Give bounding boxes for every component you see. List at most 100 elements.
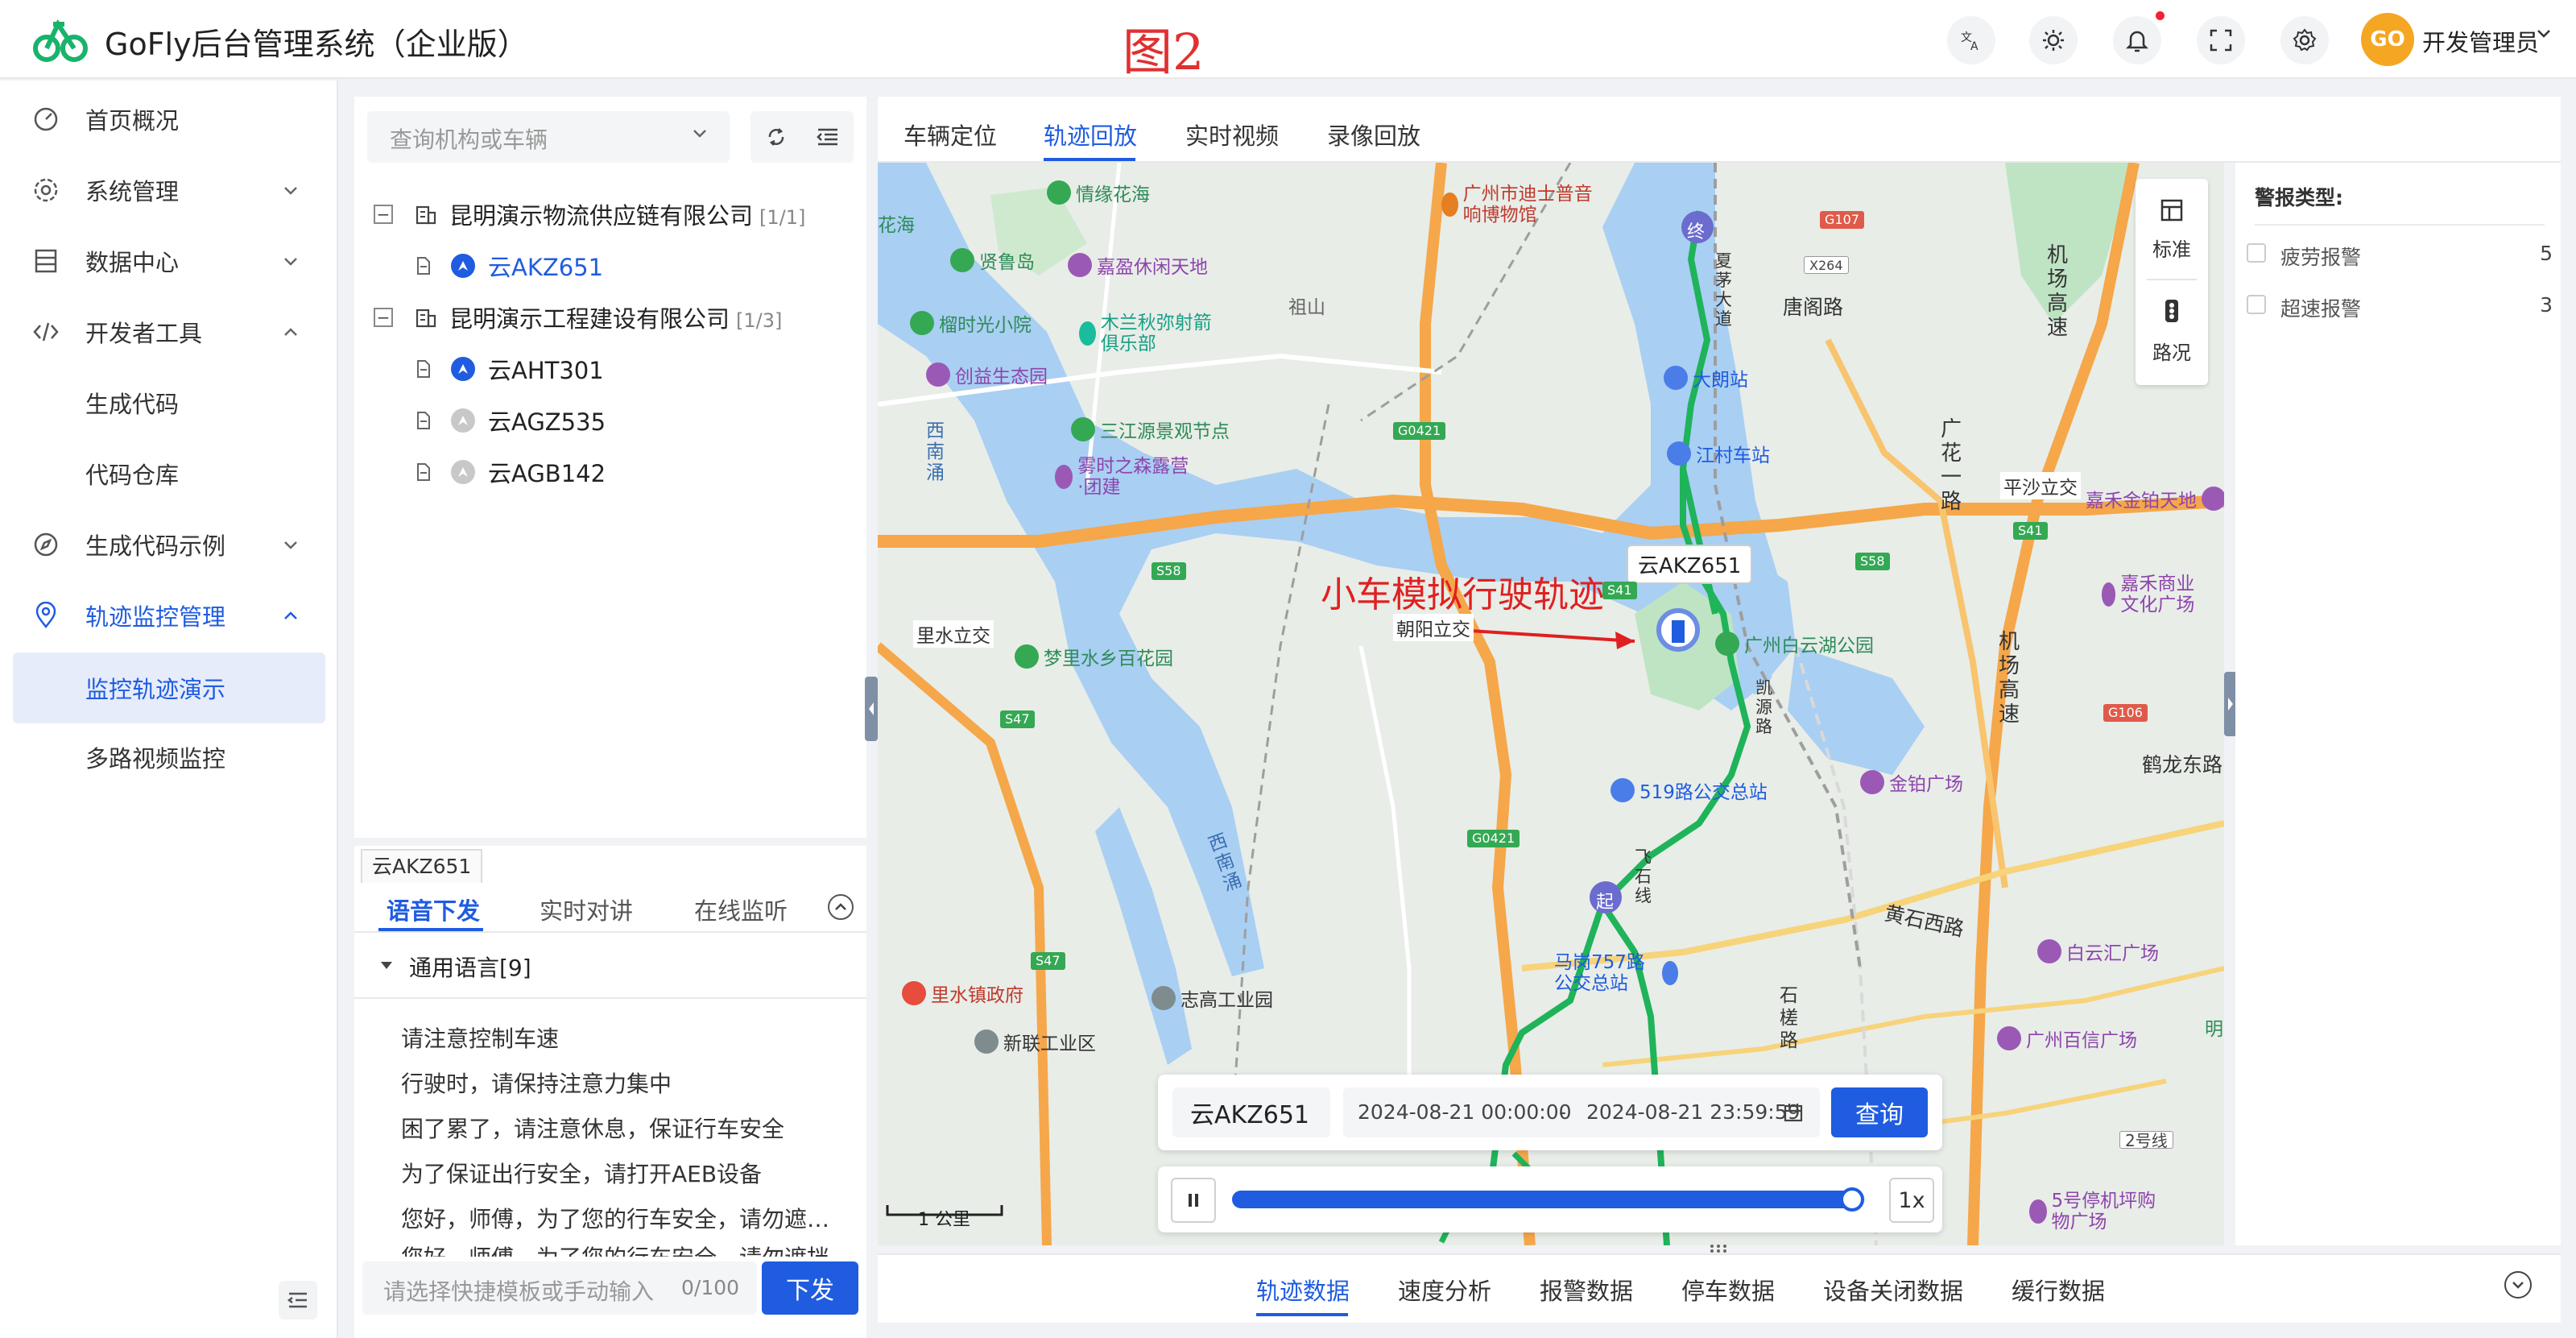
map-poi[interactable]: 新联工业区 bbox=[974, 1028, 1096, 1055]
tab-track-playback[interactable]: 轨迹回放 bbox=[1044, 118, 1137, 151]
range-end-date[interactable]: 2024-08-21 23:59:59 bbox=[1586, 1100, 1801, 1124]
caret-down-icon[interactable] bbox=[378, 957, 395, 973]
tab-parking-data[interactable]: 停车数据 bbox=[1681, 1273, 1775, 1307]
tab-intercom[interactable]: 实时对讲 bbox=[540, 893, 633, 926]
tree-org-node[interactable]: − 昆明演示工程建设有限公司 [1/3] bbox=[374, 295, 857, 340]
tab-vehicle-location[interactable]: 车辆定位 bbox=[903, 118, 997, 151]
map-poi[interactable]: 梦里水乡百花园 bbox=[1015, 643, 1173, 670]
send-voice-button[interactable]: 下发 bbox=[762, 1261, 858, 1315]
sidebar-item-data-center[interactable]: 数据中心 bbox=[0, 226, 338, 296]
sidebar-item-multi-video[interactable]: 多路视频监控 bbox=[0, 722, 338, 793]
map-traffic-button[interactable]: 路况 bbox=[2136, 337, 2208, 365]
map-poi[interactable]: 志高工业园 bbox=[1152, 984, 1273, 1012]
sidebar-item-system[interactable]: 系统管理 bbox=[0, 155, 338, 226]
map-poi[interactable]: 榴时光小院 bbox=[910, 309, 1032, 337]
map-poi[interactable]: 情缘花海 bbox=[1047, 179, 1150, 206]
playback-speed-button[interactable]: 1x bbox=[1889, 1178, 1934, 1223]
fullscreen-button[interactable] bbox=[2197, 16, 2245, 64]
tree-vehicle-node[interactable]: 云AGB142 bbox=[374, 449, 857, 495]
range-start-date[interactable]: 2024-08-21 00:00:00 bbox=[1358, 1100, 1572, 1124]
map-poi[interactable]: 创益生态园 bbox=[926, 361, 1048, 388]
map-poi[interactable]: 嘉禾金铂天地 bbox=[2086, 485, 2224, 512]
phrase-item[interactable]: 困了累了，请注意休息，保证行车安全 bbox=[401, 1112, 852, 1144]
traffic-light-icon[interactable] bbox=[2161, 298, 2182, 324]
sidebar-collapse-button[interactable] bbox=[279, 1281, 317, 1319]
map-poi[interactable]: 白云汇广场 bbox=[2037, 938, 2159, 965]
tab-voice-send[interactable]: 语音下发 bbox=[387, 893, 480, 926]
left-panel-toggle[interactable] bbox=[865, 677, 878, 741]
tab-live-video[interactable]: 实时视频 bbox=[1185, 118, 1279, 151]
phrase-item[interactable]: 您好，师傅，为了您的行车安全，请勿遮挡摄像头 bbox=[401, 1202, 852, 1234]
map-poi[interactable]: 大朗站 bbox=[1664, 364, 1748, 391]
sidebar-item-track-demo[interactable]: 监控轨迹演示 bbox=[13, 652, 325, 723]
tab-track-data[interactable]: 轨迹数据 bbox=[1256, 1273, 1350, 1307]
user-name[interactable]: 开发管理员 bbox=[2422, 24, 2539, 58]
map-poi[interactable]: 519路公交总站 bbox=[1611, 777, 1768, 804]
map-road-label: 夏茅大道 bbox=[1715, 251, 1732, 329]
sidebar-item-code-repo[interactable]: 代码仓库 bbox=[0, 438, 338, 509]
expand-bottom-panel-button[interactable] bbox=[2504, 1271, 2532, 1299]
tab-device-off-data[interactable]: 设备关闭数据 bbox=[1823, 1273, 1963, 1307]
refresh-button[interactable] bbox=[750, 111, 802, 163]
tab-speed-analysis[interactable]: 速度分析 bbox=[1398, 1273, 1491, 1307]
phrase-group-label[interactable]: 通用语言[9] bbox=[409, 951, 531, 983]
map-poi[interactable]: 广州市迪士普音响博物馆 bbox=[1441, 184, 1602, 226]
tab-recording-playback[interactable]: 录像回放 bbox=[1327, 118, 1420, 151]
pause-button[interactable] bbox=[1171, 1178, 1216, 1223]
map-poi[interactable]: 广州白云湖公园 bbox=[1715, 630, 1874, 657]
tree-vehicle-node-selected[interactable]: 云AKZ651 bbox=[374, 243, 857, 288]
phrase-item[interactable]: 行驶时，请保持注意力集中 bbox=[401, 1067, 852, 1099]
map-poi[interactable]: 江村车站 bbox=[1667, 440, 1770, 467]
theme-toggle-button[interactable] bbox=[2029, 16, 2078, 64]
chevron-down-icon[interactable] bbox=[2535, 24, 2553, 42]
alarm-checkbox[interactable] bbox=[2247, 295, 2266, 314]
sidebar-item-generate-code[interactable]: 生成代码 bbox=[0, 367, 338, 438]
map-poi[interactable]: 嘉禾商业文化广场 bbox=[2102, 574, 2206, 615]
leisure-icon bbox=[1055, 465, 1073, 489]
map-poi[interactable]: 广州百信广场 bbox=[1997, 1025, 2137, 1052]
collapse-node-icon[interactable]: − bbox=[374, 308, 393, 327]
map-poi[interactable]: 金铂广场 bbox=[1860, 768, 1963, 796]
map-poi[interactable]: 贤鲁岛 bbox=[950, 246, 1035, 274]
phrase-group-divider bbox=[354, 997, 866, 999]
map-poi[interactable]: 5号停机坪购物广场 bbox=[2029, 1191, 2166, 1232]
sidebar-item-home[interactable]: 首页概况 bbox=[0, 84, 338, 155]
calendar-icon[interactable] bbox=[1783, 1102, 1804, 1123]
user-avatar[interactable]: GO bbox=[2361, 13, 2414, 66]
tab-alarm-data[interactable]: 报警数据 bbox=[1540, 1273, 1633, 1307]
building-icon bbox=[416, 205, 436, 225]
alarm-checkbox[interactable] bbox=[2247, 243, 2266, 263]
tree-vehicle-node[interactable]: 云AGZ535 bbox=[374, 398, 857, 443]
tree-vehicle-node[interactable]: 云AHT301 bbox=[374, 346, 857, 391]
collapse-tree-button[interactable] bbox=[802, 111, 854, 163]
phrase-item[interactable]: 请注意控制车速 bbox=[401, 1021, 852, 1054]
collapse-node-icon[interactable]: − bbox=[374, 205, 393, 224]
sidebar-item-dev-tools[interactable]: 开发者工具 bbox=[0, 296, 338, 367]
phrase-item[interactable]: 您好，师傅，为了您的行车安全，请勿遮挡 bbox=[401, 1241, 852, 1257]
map-poi[interactable]: 嘉盈休闲天地 bbox=[1068, 251, 1208, 279]
vehicle-map-label[interactable]: 云AKZ651 bbox=[1627, 545, 1753, 584]
query-vehicle-field[interactable]: 云AKZ651 bbox=[1172, 1087, 1330, 1137]
phrase-item[interactable]: 为了保证出行安全，请打开AEB设备 bbox=[401, 1157, 852, 1189]
drag-handle-icon[interactable] bbox=[1709, 1244, 1728, 1253]
query-button[interactable]: 查询 bbox=[1831, 1087, 1928, 1137]
tree-org-node[interactable]: − 昆明演示物流供应链有限公司 [1/1] bbox=[374, 192, 857, 237]
map-standard-icon[interactable] bbox=[2160, 198, 2184, 222]
tab-monitor[interactable]: 在线监听 bbox=[694, 893, 788, 926]
sidebar-item-label: 生成代码 bbox=[85, 391, 180, 418]
map-standard-button[interactable]: 标准 bbox=[2136, 234, 2208, 262]
map-poi[interactable]: 马岗757路公交总站 bbox=[1554, 952, 1683, 994]
map-poi[interactable]: 三江源景观节点 bbox=[1071, 416, 1230, 443]
tab-slow-driving-data[interactable]: 缓行数据 bbox=[2012, 1273, 2105, 1307]
map-poi[interactable]: 里水镇政府 bbox=[902, 980, 1023, 1007]
translate-button[interactable]: 文A bbox=[1947, 16, 1995, 64]
sidebar-item-track-monitor[interactable]: 轨迹监控管理 bbox=[0, 580, 338, 651]
translate-icon: 文A bbox=[1961, 31, 1979, 52]
notification-button[interactable] bbox=[2113, 16, 2161, 64]
map-poi[interactable]: 雾时之森露营·团建 bbox=[1055, 456, 1192, 498]
settings-button[interactable] bbox=[2280, 16, 2329, 64]
collapse-panel-button[interactable] bbox=[828, 894, 854, 920]
refresh-icon bbox=[768, 128, 784, 146]
sidebar-item-code-examples[interactable]: 生成代码示例 bbox=[0, 509, 338, 580]
map-poi[interactable]: 木兰秋弥射箭俱乐部 bbox=[1079, 313, 1216, 354]
